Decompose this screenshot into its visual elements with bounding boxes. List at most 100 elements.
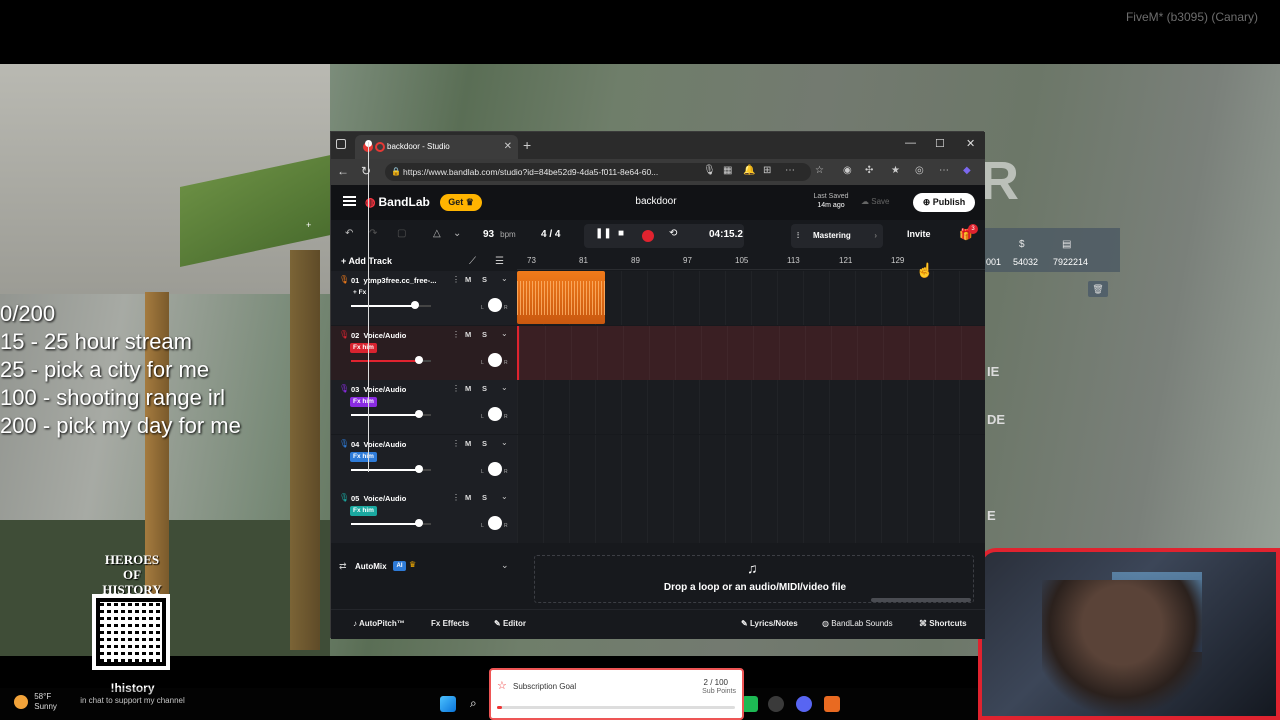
solo-button[interactable]: S	[482, 493, 487, 502]
track-row[interactable]: 🎙 01 ytmp3free.cc_free-... + Fx ⋮ M S ⌄ …	[331, 271, 985, 325]
track-options-icon[interactable]: ⋮	[452, 439, 460, 448]
back-icon[interactable]: ←	[337, 164, 349, 178]
track-options-icon[interactable]: ⋮	[452, 275, 460, 284]
autopitch-button[interactable]: ♪ AutoPitch™	[353, 619, 405, 628]
time-signature[interactable]: 4 / 4	[541, 229, 560, 240]
minimize-icon[interactable]: —	[905, 137, 916, 149]
app-icon-orange[interactable]	[824, 696, 840, 712]
solo-button[interactable]: S	[482, 275, 487, 284]
track-header[interactable]: 🎙 04 Voice/Audio Fx him ⋮ M S ⌄ L R	[331, 434, 517, 489]
playhead[interactable]	[368, 142, 369, 472]
search-icon[interactable]: ⌕	[470, 696, 486, 712]
track-row[interactable]: 🎙 02 Voice/Audio Fx him ⋮ M S ⌄ L R	[331, 325, 985, 380]
metronome-icon[interactable]: △	[433, 228, 441, 239]
lyrics-notes-button[interactable]: ✎ Lyrics/Notes	[741, 619, 798, 628]
solo-button[interactable]: S	[482, 439, 487, 448]
fx-button[interactable]: Fx him	[350, 342, 377, 353]
track-options-icon[interactable]: ⋮	[452, 384, 460, 393]
volume-slider-handle[interactable]	[411, 301, 419, 309]
fx-button[interactable]: Fx him	[350, 397, 377, 408]
tab-actions-icon[interactable]	[336, 139, 346, 149]
track-name[interactable]: 04 Voice/Audio	[351, 440, 447, 449]
track-name[interactable]: 01 ytmp3free.cc_free-...	[351, 276, 447, 285]
close-window-icon[interactable]: ✕	[966, 137, 975, 150]
pan-knob[interactable]	[488, 461, 502, 476]
bandlab-sounds-button[interactable]: ◍ BandLab Sounds	[822, 619, 893, 628]
undo-icon[interactable]: ↶	[345, 228, 353, 239]
pause-icon[interactable]: ❚❚	[595, 228, 612, 239]
track-header[interactable]: 🎙 02 Voice/Audio Fx him ⋮ M S ⌄ L R	[331, 325, 517, 380]
metronome-dropdown-icon[interactable]: ⌄	[453, 228, 461, 239]
profile-icon[interactable]: ◎	[915, 165, 924, 176]
app-icon-green[interactable]	[742, 696, 758, 712]
hamburger-menu-icon[interactable]	[343, 196, 356, 206]
track-expand-icon[interactable]: ⌄	[501, 274, 508, 283]
track-lane[interactable]	[517, 489, 985, 544]
volume-slider-handle[interactable]	[415, 410, 423, 419]
track-expand-icon[interactable]: ⌄	[501, 438, 508, 447]
favorites-icon[interactable]: ★	[891, 165, 900, 176]
solo-button[interactable]: S	[482, 384, 487, 393]
drop-zone[interactable]: ♫ Drop a loop or an audio/MIDI/video fil…	[534, 555, 974, 603]
mute-button[interactable]: M	[465, 493, 471, 502]
timeline-ruler[interactable]: 73 81 89 97 105 113 121 129	[517, 252, 985, 270]
effects-button[interactable]: Fx Effects	[431, 619, 469, 628]
mastering-button[interactable]: ⫶ Mastering ›	[791, 224, 883, 248]
maximize-icon[interactable]: ☐	[935, 137, 945, 150]
pan-knob[interactable]	[488, 407, 502, 422]
puzzle-icon[interactable]: ✣	[865, 165, 873, 176]
mute-button[interactable]: M	[465, 330, 471, 339]
fx-button[interactable]: + Fx	[350, 288, 370, 298]
extension-icon[interactable]: ▦	[723, 165, 732, 176]
track-header[interactable]: 🎙 05 Voice/Audio Fx him ⋮ M S ⌄ L R	[331, 489, 517, 544]
loop-icon[interactable]: ⟲	[669, 228, 677, 239]
pan-knob[interactable]	[488, 516, 502, 531]
tempo[interactable]: 93 bpm	[483, 229, 516, 240]
stop-icon[interactable]: ■	[618, 228, 624, 239]
mic-icon[interactable]: 🎙	[703, 165, 716, 176]
mute-button[interactable]: M	[465, 275, 471, 284]
bell-icon[interactable]: 🔔	[743, 165, 755, 176]
pan-knob[interactable]	[488, 352, 502, 367]
track-lane[interactable]	[517, 380, 985, 435]
track-name[interactable]: 02 Voice/Audio	[351, 331, 447, 340]
new-tab-icon[interactable]: +	[523, 137, 531, 153]
track-lane[interactable]	[517, 434, 985, 489]
solo-button[interactable]: S	[482, 330, 487, 339]
mute-button[interactable]: M	[465, 384, 471, 393]
record-button[interactable]	[642, 230, 654, 242]
mute-button[interactable]: M	[465, 439, 471, 448]
track-row[interactable]: 🎙 03 Voice/Audio Fx him ⋮ M S ⌄ L R	[331, 380, 985, 435]
save-button[interactable]: ☁ Save	[861, 197, 889, 206]
copilot-icon[interactable]: ◆	[963, 165, 971, 176]
volume-slider-handle[interactable]	[415, 464, 423, 473]
automation-icon[interactable]: ⟋	[469, 256, 476, 267]
more-icon[interactable]: ⋯	[785, 165, 795, 176]
track-options-icon[interactable]: ⋮	[452, 493, 460, 502]
chevron-down-icon[interactable]: ⌄	[501, 560, 509, 571]
track-name[interactable]: 03 Voice/Audio	[351, 385, 447, 394]
menu-icon[interactable]: ⋯	[939, 165, 949, 176]
audio-clip[interactable]	[517, 271, 605, 324]
track-expand-icon[interactable]: ⌄	[501, 329, 508, 338]
track-options-icon[interactable]: ⋮	[452, 330, 460, 339]
refresh-icon[interactable]: ↻	[361, 164, 371, 178]
track-row[interactable]: 🎙 05 Voice/Audio Fx him ⋮ M S ⌄ L R	[331, 489, 985, 544]
project-title[interactable]: backdoor	[616, 196, 696, 207]
publish-button[interactable]: ⊕ Publish	[913, 193, 975, 212]
windows-start-icon[interactable]	[440, 696, 456, 712]
editor-button[interactable]: ✎ Editor	[494, 619, 526, 628]
get-membership-button[interactable]: Get ♛	[440, 194, 482, 211]
horizontal-scrollbar[interactable]	[871, 598, 971, 602]
track-expand-icon[interactable]: ⌄	[501, 492, 508, 501]
bandlab-logo[interactable]: ◍ BandLab	[365, 195, 430, 209]
track-header[interactable]: 🎙 03 Voice/Audio Fx him ⋮ M S ⌄ L R	[331, 380, 517, 435]
track-header[interactable]: 🎙 01 ytmp3free.cc_free-... + Fx ⋮ M S ⌄ …	[331, 271, 517, 325]
weather-widget[interactable]: 58°F Sunny	[14, 692, 57, 712]
redo-icon[interactable]: ↷	[369, 228, 377, 239]
edge-extension-icon[interactable]: ◉	[843, 165, 852, 176]
apps-icon[interactable]: ⊞	[763, 165, 771, 176]
track-row[interactable]: 🎙 04 Voice/Audio Fx him ⋮ M S ⌄ L R	[331, 434, 985, 489]
add-track-button[interactable]: + Add Track	[341, 256, 392, 266]
close-tab-icon[interactable]: ✕	[504, 135, 512, 159]
